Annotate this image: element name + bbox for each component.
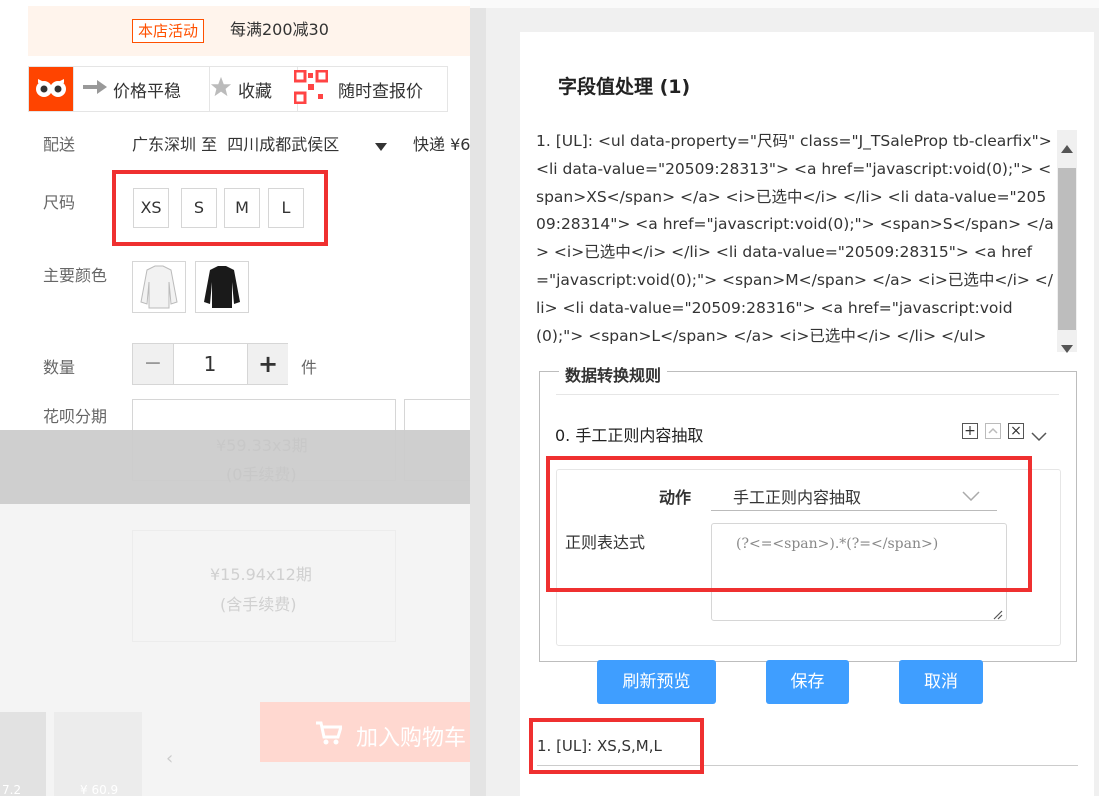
divider (470, 0, 486, 796)
price-stable-button[interactable]: 价格平稳 (73, 67, 210, 111)
highlight-result-frame (529, 718, 704, 774)
quantity-minus-button[interactable]: − (133, 344, 174, 384)
preview-scroll-thumb[interactable] (1058, 168, 1076, 330)
star-icon (210, 76, 232, 103)
preview-code: 1. [UL]: <ul data-property="尺码" class="J… (536, 132, 1054, 345)
scroll-down-icon[interactable] (1061, 338, 1073, 357)
price-stable-label: 价格平稳 (113, 81, 181, 102)
move-up-icon[interactable] (985, 423, 1001, 439)
favorite-label: 收藏 (238, 81, 272, 102)
size-label: 尺码 (43, 193, 76, 212)
add-rule-icon[interactable]: + (962, 423, 978, 439)
installment-12-fee: (含手续费) (220, 595, 297, 614)
quantity-input[interactable]: 1 (174, 344, 246, 384)
thumbnail-left-price: 7.2 (2, 783, 22, 796)
quantity-stepper: − 1 + (132, 343, 288, 385)
quantity-unit: 件 (301, 358, 318, 377)
check-price-label: 随时查报价 (338, 81, 423, 102)
installment-option-12[interactable] (132, 530, 396, 642)
action-strip: 价格平稳 收藏 随时查报价 (28, 66, 448, 112)
size-option-m[interactable]: M (224, 188, 260, 228)
top-tab-strip (470, 0, 1099, 8)
arrow-right-icon (83, 79, 107, 100)
resize-handle-icon[interactable] (991, 605, 1003, 624)
white-sweater-icon (140, 265, 178, 309)
installment-3-amount: ¥59.33x3期 (216, 436, 308, 455)
installment-3-fee: (0手续费) (226, 465, 297, 484)
express-fee: 快递 ¥6 (413, 135, 470, 154)
owl-logo-icon[interactable] (29, 67, 74, 111)
thumbnail-middle-price: ¥ 60.9 (80, 783, 119, 796)
size-option-l[interactable]: L (268, 188, 304, 228)
chevron-left-icon[interactable]: ‹ (166, 748, 173, 769)
size-option-s[interactable]: S (181, 188, 217, 228)
cart-icon (316, 721, 344, 749)
favorite-button[interactable]: 收藏 (200, 67, 298, 111)
quantity-label: 数量 (43, 358, 76, 377)
promo-text: 每满200减30 (230, 20, 329, 39)
add-to-cart-button[interactable]: 加入购物车 (260, 702, 470, 762)
check-price-button[interactable]: 随时查报价 (288, 67, 453, 111)
save-button[interactable]: 保存 (766, 660, 849, 704)
rule-divider (556, 394, 1059, 395)
black-sweater-icon (204, 266, 240, 308)
delivery-label: 配送 (43, 135, 76, 154)
highlight-rule-frame (546, 456, 1032, 592)
add-to-cart-label: 加入购物车 (356, 726, 467, 751)
delete-rule-icon[interactable]: × (1008, 423, 1024, 439)
installment-label: 花呗分期 (43, 407, 108, 426)
product-page: 本店活动 每满200减30 价格平稳 收藏 随时查报价 配送 广东深圳 至 四川… (0, 0, 470, 796)
cancel-button[interactable]: 取消 (899, 660, 983, 704)
quantity-plus-button[interactable]: + (247, 344, 288, 384)
promo-tag[interactable]: 本店活动 (132, 19, 205, 43)
dialog-title: 字段值处理 (1) (558, 76, 691, 98)
color-label: 主要颜色 (43, 266, 108, 285)
qr-code-icon (293, 69, 329, 109)
size-option-xs[interactable]: XS (133, 188, 169, 228)
chevron-down-icon[interactable] (1031, 427, 1047, 446)
refresh-preview-button[interactable]: 刷新预览 (597, 660, 716, 704)
color-option-white[interactable] (132, 261, 186, 313)
color-option-black[interactable] (195, 261, 249, 313)
installment-12-amount: ¥15.94x12期 (210, 565, 312, 584)
delivery-route[interactable]: 广东深圳 至 四川成都武侯区 (132, 131, 339, 155)
chevron-down-icon[interactable] (375, 136, 387, 155)
rules-legend: 数据转换规则 (559, 362, 668, 386)
scroll-up-icon[interactable] (1061, 138, 1073, 157)
rule-title: 0. 手工正则内容抽取 (555, 426, 704, 445)
